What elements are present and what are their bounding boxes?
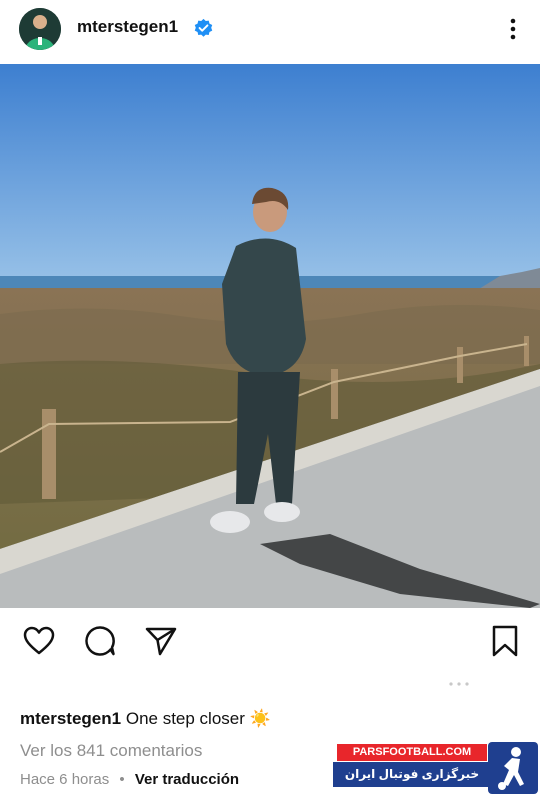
more-options-icon[interactable]	[505, 16, 521, 42]
meta-separator: •	[119, 771, 125, 788]
post-meta: Hace 6 horas • Ver traducción	[20, 771, 239, 788]
watermark-tagline: خبرگزاری فوتبال ایران	[333, 762, 491, 787]
comment-bubble-icon[interactable]	[83, 624, 117, 658]
header-username[interactable]: mterstegen1	[77, 17, 178, 37]
post-timestamp: Hace 6 horas	[20, 771, 110, 788]
view-comments-link[interactable]: Ver los 841 comentarios	[20, 741, 202, 761]
caption-username[interactable]: mterstegen1	[20, 709, 121, 728]
post-photo[interactable]	[0, 64, 540, 608]
carousel-dots	[449, 682, 469, 686]
parsfootball-watermark: PARSFOOTBALL.COM خبرگزاری فوتبال ایران	[333, 742, 540, 797]
avatar[interactable]	[19, 8, 61, 50]
player-logo-icon	[488, 742, 538, 794]
post-caption: mterstegen1 One step closer ☀️	[20, 709, 271, 729]
caption-text: One step closer	[125, 709, 245, 728]
translate-link[interactable]: Ver traducción	[135, 771, 239, 788]
watermark-site: PARSFOOTBALL.COM	[337, 744, 487, 761]
post-actions	[0, 616, 540, 666]
heart-icon[interactable]	[22, 624, 56, 658]
sun-emoji: ☀️	[249, 709, 271, 728]
bookmark-icon[interactable]	[488, 624, 522, 658]
paper-plane-icon[interactable]	[144, 624, 178, 658]
verified-badge-icon	[194, 18, 213, 37]
post-header: mterstegen1	[0, 0, 540, 62]
